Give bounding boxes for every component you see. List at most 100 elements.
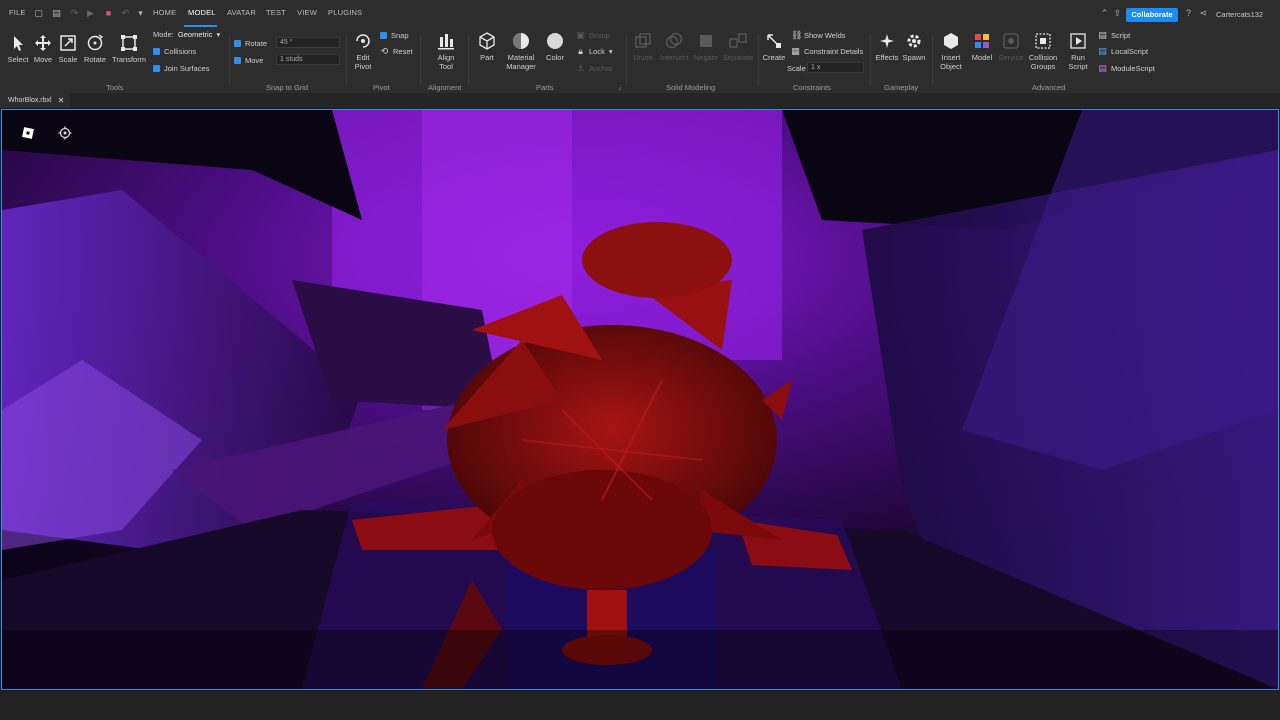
scale-label: Scale	[58, 55, 78, 64]
constraint-scale-input[interactable]: 1 x	[807, 62, 864, 73]
service-label: Service	[998, 53, 1024, 62]
pivot-reset-button[interactable]: ⟲ Reset	[380, 47, 413, 57]
part-button[interactable]: Part	[475, 31, 499, 62]
scene-render	[2, 110, 1278, 689]
effects-label: Effects	[875, 53, 899, 62]
3d-viewport[interactable]	[1, 109, 1279, 690]
move-snap-toggle[interactable]: Move	[234, 56, 263, 65]
anchor-button[interactable]: ⚓︎ Anchor	[576, 64, 612, 74]
save-icon[interactable]: ▤	[52, 9, 61, 18]
divider	[346, 35, 347, 85]
service-icon	[1003, 33, 1019, 49]
rotate-tool-button[interactable]: Rotate	[82, 33, 108, 64]
expand-parts-icon[interactable]: ⌟	[618, 83, 621, 91]
tab-model[interactable]: MODEL	[188, 8, 216, 17]
chevron-down-icon: ▾	[608, 47, 613, 56]
lock-label: Lock	[589, 47, 605, 56]
move-tool-button[interactable]: Move	[31, 33, 55, 64]
tab-plugins[interactable]: PLUGINS	[328, 8, 362, 17]
roblox-logo-icon[interactable]	[21, 126, 35, 140]
tab-view[interactable]: VIEW	[297, 8, 317, 17]
material-manager-button[interactable]: Material Manager	[504, 31, 538, 71]
transform-tool-button[interactable]: Transform	[111, 33, 147, 64]
mode-dropdown[interactable]: Mode: Geometric ▾	[153, 30, 220, 39]
gameplay-group-label: Gameplay	[884, 83, 919, 92]
collapse-ribbon-icon[interactable]: ⌃	[1100, 9, 1109, 18]
move-snap-input[interactable]: 1 studs	[276, 54, 340, 65]
lock-button[interactable]: 🔒︎ Lock ▾	[576, 47, 613, 57]
spawn-label: Spawn	[902, 53, 926, 62]
module-script-icon: ▤	[1098, 63, 1107, 73]
mode-value: Geometric	[177, 30, 213, 39]
file-tab-name: WhorBlox.rbxl	[8, 97, 52, 104]
tab-home[interactable]: HOME	[153, 8, 176, 17]
rotate-snap-toggle[interactable]: Rotate	[234, 39, 267, 48]
service-button[interactable]: Service	[998, 31, 1024, 62]
intersect-button[interactable]: Intersect	[660, 31, 689, 62]
spawn-button[interactable]: Spawn	[901, 31, 927, 62]
script-label: Script	[1111, 31, 1131, 40]
run-script-icon	[1070, 33, 1086, 49]
camera-settings-icon[interactable]	[58, 126, 72, 140]
file-menu[interactable]: FILE	[9, 8, 26, 17]
run-script-button[interactable]: Run Script	[1064, 31, 1092, 71]
negate-button[interactable]: Negate	[692, 31, 720, 62]
union-label: Union	[633, 53, 653, 62]
rotate-snap-input[interactable]: 45 °	[276, 37, 340, 48]
align-icon	[438, 34, 454, 50]
group-button[interactable]: ▣ Group	[576, 31, 610, 41]
separate-button[interactable]: Separate	[722, 31, 754, 62]
username[interactable]: Cartercats132	[1216, 10, 1263, 19]
script-button[interactable]: ▤ Script	[1098, 31, 1131, 41]
module-script-button[interactable]: ▤ ModuleScript	[1098, 63, 1155, 74]
move-snap-label: Move	[245, 56, 264, 65]
rotate-icon	[87, 34, 104, 51]
stop-icon[interactable]: ■	[104, 9, 113, 18]
insert-object-button[interactable]: Insert Object	[936, 31, 966, 71]
share-icon[interactable]: ⇪	[1113, 9, 1122, 18]
color-button[interactable]: Color	[543, 31, 567, 62]
local-script-label: LocalScript	[1111, 47, 1149, 56]
cube-icon	[479, 32, 495, 50]
collaborate-button[interactable]: Collaborate	[1126, 8, 1178, 22]
union-button[interactable]: Union	[630, 31, 656, 62]
edit-pivot-button[interactable]: Edit Pivot	[350, 31, 376, 71]
share-link-icon[interactable]: ⋖	[1199, 9, 1208, 18]
create-constraint-button[interactable]: Create	[761, 31, 787, 62]
undo-icon[interactable]: ↶	[121, 9, 130, 18]
union-icon	[635, 33, 651, 48]
select-label: Select	[7, 55, 29, 64]
redo-arrow-icon[interactable]: ↷	[70, 9, 79, 18]
divider	[229, 35, 230, 85]
collisions-toggle[interactable]: Collisions	[153, 47, 196, 56]
checkbox-icon	[153, 48, 160, 55]
play-icon[interactable]: ▶	[86, 9, 95, 18]
file-tab[interactable]: WhorBlox.rbxl ✕	[0, 93, 71, 108]
pivot-snap-toggle[interactable]: Snap	[380, 31, 409, 40]
align-tool-button[interactable]: Align Tool	[432, 31, 460, 71]
quick-access-dropdown-icon[interactable]: ▾	[136, 9, 145, 18]
join-surfaces-label: Join Surfaces	[164, 64, 210, 73]
close-icon[interactable]: ✕	[58, 93, 65, 108]
align-tool-label: Align Tool	[437, 53, 455, 71]
color-label: Color	[546, 53, 564, 62]
spawn-gear-icon	[907, 34, 921, 48]
local-script-button[interactable]: ▤ LocalScript	[1098, 47, 1149, 57]
effects-button[interactable]: Effects	[874, 31, 900, 62]
collisions-label: Collisions	[164, 47, 197, 56]
show-welds-toggle[interactable]: ⛓︎ Show Welds	[791, 31, 846, 41]
transform-icon	[121, 35, 137, 51]
tab-test[interactable]: TEST	[266, 8, 286, 17]
tab-avatar[interactable]: AVATAR	[227, 8, 256, 17]
join-surfaces-toggle[interactable]: Join Surfaces	[153, 64, 209, 73]
document-tab-strip: WhorBlox.rbxl ✕	[0, 93, 1280, 108]
scale-label: Scale	[787, 64, 806, 73]
select-tool-button[interactable]: Select	[6, 33, 30, 64]
scale-tool-button[interactable]: Scale	[56, 33, 80, 64]
model-button[interactable]: Model	[969, 31, 995, 62]
new-file-icon[interactable]: ▢	[34, 9, 43, 18]
model-label: Model	[971, 53, 993, 62]
help-icon[interactable]: ?	[1184, 9, 1193, 18]
collision-groups-button[interactable]: Collision Groups	[1027, 31, 1059, 71]
constraint-details-toggle[interactable]: ▦ Constraint Details	[791, 47, 863, 57]
